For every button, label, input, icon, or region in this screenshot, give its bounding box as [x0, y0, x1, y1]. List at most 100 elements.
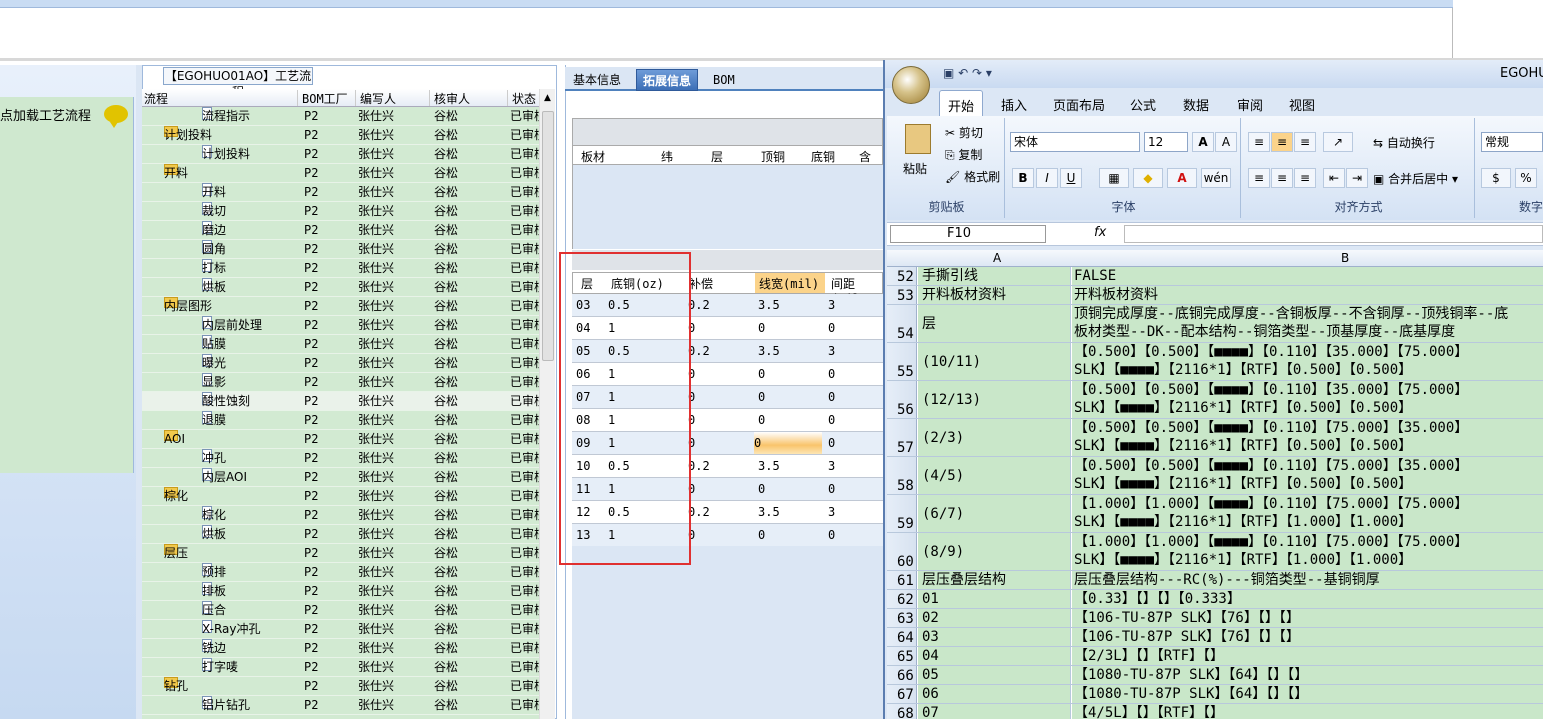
row-header[interactable]: 53 [887, 286, 917, 304]
row-header[interactable]: 55 [887, 343, 917, 380]
tree-row[interactable]: 开料 P2 张仕兴 谷松 已审核 [142, 183, 539, 202]
row-header[interactable]: 62 [887, 590, 917, 608]
cell-b[interactable]: 【2/3L】【】【RTF】【】 [1072, 647, 1543, 665]
row-header[interactable]: 60 [887, 533, 917, 570]
row-header[interactable]: 68 [887, 704, 917, 719]
tab-basic-info[interactable]: 基本信息 [567, 69, 627, 91]
tree-row[interactable]: X-Ray冲孔 P2 张仕兴 谷松 已审核 [142, 620, 539, 639]
cell-a[interactable]: (10/11) [918, 343, 1071, 380]
sheet-row[interactable]: 65 04 【2/3L】【】【RTF】【】 [887, 647, 1543, 666]
table-cell[interactable]: 3.5 [758, 505, 780, 519]
cell-b[interactable]: 【1.000】【1.000】【■■■■】【0.110】【75.000】【75.0… [1072, 533, 1543, 570]
border-button[interactable]: ▦ [1099, 168, 1129, 188]
tree-row[interactable]: 圆角 P2 张仕兴 谷松 已审核 [142, 240, 539, 259]
row-header[interactable]: 61 [887, 571, 917, 589]
tree-row[interactable]: 磨边 P2 张仕兴 谷松 已审核 [142, 221, 539, 240]
cell-b[interactable]: 【0.500】【0.500】【■■■■】【0.110】【75.000】【35.0… [1072, 457, 1543, 494]
grid1-col[interactable]: 底铜 [811, 148, 835, 165]
scroll-up-icon[interactable]: ▲ [544, 93, 551, 103]
table-cell[interactable]: 0 [828, 413, 835, 427]
cell-a[interactable]: (8/9) [918, 533, 1071, 570]
cell-b[interactable]: 【1080-TU-87P SLK】【64】【】【】 [1072, 685, 1543, 703]
col-bom-factory[interactable]: BOM工厂 [300, 90, 356, 106]
tree-row[interactable]: 酸性蚀刻 P2 张仕兴 谷松 已审核 [142, 392, 539, 411]
table-cell[interactable]: 0 [758, 482, 765, 496]
message-icon[interactable] [104, 105, 128, 128]
grid1-col[interactable]: 层 [711, 148, 723, 165]
tree-row[interactable]: 预排 P2 张仕兴 谷松 已审核 [142, 563, 539, 582]
percent-button[interactable]: % [1515, 168, 1537, 188]
table-cell[interactable]: 0 [758, 367, 765, 381]
grid1-col[interactable]: 顶铜 [761, 148, 785, 165]
table-cell[interactable]: 0.2 [688, 505, 710, 519]
align-center-icon[interactable]: ≡ [1271, 168, 1293, 188]
col-writer[interactable]: 编写人 [358, 90, 430, 106]
tree-row[interactable]: 烘板 P2 张仕兴 谷松 已审核 [142, 525, 539, 544]
scroll-thumb[interactable] [542, 111, 554, 361]
row-header[interactable]: 63 [887, 609, 917, 627]
cell-b[interactable]: 【0.500】【0.500】【■■■■】【0.110】【35.000】【75.0… [1072, 343, 1543, 380]
cell-a[interactable]: (2/3) [918, 419, 1071, 456]
table-cell[interactable]: 0 [828, 436, 835, 450]
cell-b[interactable]: 【106-TU-87P SLK】【76】【】【】 [1072, 609, 1543, 627]
tree-row[interactable]: 铣边 P2 张仕兴 谷松 已审核 [142, 639, 539, 658]
tree-row[interactable]: 内层前处理 P2 张仕兴 谷松 已审核 [142, 316, 539, 335]
italic-button[interactable]: I [1036, 168, 1058, 188]
tree-row[interactable]: −AOIP2张仕兴谷松已审核 [142, 430, 539, 449]
row-header[interactable]: 65 [887, 647, 917, 665]
table-cell[interactable]: 3.5 [758, 344, 780, 358]
table-cell[interactable]: 3 [828, 344, 835, 358]
grid2-col-compensation[interactable]: 补偿 [689, 275, 713, 292]
table-cell[interactable]: 3 [828, 298, 835, 312]
office-button-icon[interactable] [892, 66, 930, 104]
paste-icon[interactable] [905, 124, 931, 154]
col-header-b[interactable]: B [1341, 251, 1349, 265]
table-cell[interactable]: 0 [758, 321, 765, 335]
cell-b[interactable]: FALSE [1072, 267, 1543, 285]
tree-row[interactable]: 烘板 P2 张仕兴 谷松 已审核 [142, 278, 539, 297]
tab-bom[interactable]: BOM [707, 69, 741, 91]
font-name-select[interactable]: 宋体 [1010, 132, 1140, 152]
ribbon-tab-view[interactable]: 视图 [1289, 95, 1315, 114]
tree-row[interactable]: 流程指示 P2 张仕兴 谷松 已审核 [142, 107, 539, 126]
align-bottom-icon[interactable]: ≡ [1294, 132, 1316, 152]
tab-extended-info[interactable]: 拓展信息 [636, 69, 699, 91]
cell-a[interactable]: 层 [918, 305, 1071, 342]
tree-row[interactable]: 冲孔 P2 张仕兴 谷松 已审核 [142, 449, 539, 468]
sheet-row[interactable]: 59 (6/7) 【1.000】【1.000】【■■■■】【0.110】【75.00… [887, 495, 1543, 533]
row-header[interactable]: 52 [887, 267, 917, 285]
cell-a[interactable]: (4/5) [918, 457, 1071, 494]
table-cell[interactable]: 0 [828, 321, 835, 335]
tree-row[interactable]: −棕化P2张仕兴谷松已审核 [142, 487, 539, 506]
cell-b[interactable]: 【0.500】【0.500】【■■■■】【0.110】【75.000】【35.0… [1072, 419, 1543, 456]
table-cell[interactable]: 0.2 [688, 459, 710, 473]
tree-row[interactable]: 退膜 P2 张仕兴 谷松 已审核 [142, 411, 539, 430]
table-cell[interactable]: 3.5 [758, 459, 780, 473]
grow-font-button[interactable]: A [1192, 132, 1214, 152]
sheet-row[interactable]: 62 01 【0.33】【】【】【0.333】 [887, 590, 1543, 609]
col-process[interactable]: 流程 [142, 90, 298, 106]
grid1-col[interactable]: 板材 [581, 148, 605, 165]
cell-a[interactable]: 06 [918, 685, 1071, 703]
cell-a[interactable]: 01 [918, 590, 1071, 608]
cell-b[interactable]: 【0.500】【0.500】【■■■■】【0.110】【35.000】【75.0… [1072, 381, 1543, 418]
tree-row[interactable]: 打字唛 P2 张仕兴 谷松 已审核 [142, 658, 539, 677]
tree-row[interactable]: −内层图形P2张仕兴谷松已审核 [142, 297, 539, 316]
table-cell[interactable]: 0 [828, 390, 835, 404]
tree-row[interactable]: 贴膜 P2 张仕兴 谷松 已审核 [142, 335, 539, 354]
tree-row[interactable]: 棕化 P2 张仕兴 谷松 已审核 [142, 506, 539, 525]
row-header[interactable]: 56 [887, 381, 917, 418]
table-cell[interactable]: 3.5 [758, 298, 780, 312]
merge-center-button[interactable]: ▣ 合并后居中 ▾ [1373, 170, 1458, 187]
tree-scrollbar[interactable]: ▲ [539, 89, 555, 719]
sheet-row[interactable]: 63 02 【106-TU-87P SLK】【76】【】【】 [887, 609, 1543, 628]
cell-b[interactable]: 【1080-TU-87P SLK】【64】【】【】 [1072, 666, 1543, 684]
row-header[interactable]: 66 [887, 666, 917, 684]
increase-indent-icon[interactable]: ⇥ [1346, 168, 1368, 188]
cell-a[interactable]: 02 [918, 609, 1071, 627]
ribbon-tab-home[interactable]: 开始 [939, 90, 984, 116]
cell-a[interactable]: 03 [918, 628, 1071, 646]
accounting-format-icon[interactable]: $ [1481, 168, 1511, 188]
table-cell[interactable]: 0 [758, 413, 765, 427]
number-format-select[interactable]: 常规 [1481, 132, 1543, 152]
